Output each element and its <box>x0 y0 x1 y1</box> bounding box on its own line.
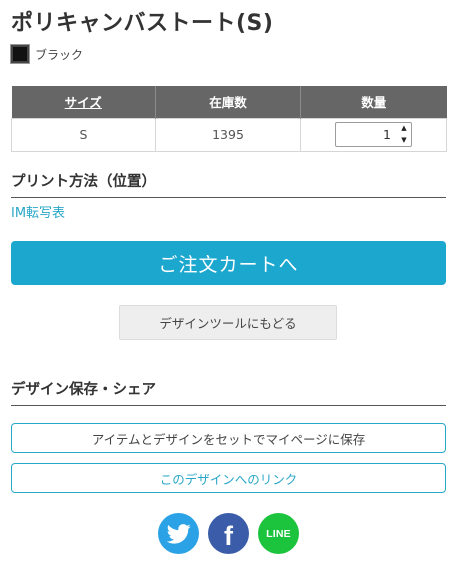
increment-icon[interactable]: ▲ <box>397 123 411 135</box>
twitter-bird-glyph <box>166 523 191 544</box>
product-title: ポリキャンバストート(S) <box>11 11 274 36</box>
quantity-stepper[interactable]: 1 ▲ ▼ <box>335 122 412 147</box>
facebook-letter: f <box>224 520 233 551</box>
twitter-icon[interactable] <box>158 513 199 554</box>
facebook-icon[interactable]: f <box>208 513 249 554</box>
social-share: f LINE <box>158 513 299 554</box>
order-cart-button[interactable]: ご注文カートへ <box>11 241 446 285</box>
decrement-icon[interactable]: ▼ <box>397 135 411 147</box>
stock-table: サイズ 在庫数 数量 S 1395 1 ▲ ▼ <box>11 86 447 152</box>
color-name: ブラック <box>35 47 84 62</box>
print-method-heading: プリント方法（位置） <box>11 170 446 198</box>
quantity-cell: 1 ▲ ▼ <box>300 117 447 152</box>
table-row: S 1395 1 ▲ ▼ <box>11 117 447 152</box>
size-header[interactable]: サイズ <box>11 86 156 118</box>
print-method-link[interactable]: IM転写表 <box>11 202 65 221</box>
design-link-button[interactable]: このデザインへのリンク <box>11 463 446 493</box>
table-header-row: サイズ 在庫数 数量 <box>11 86 447 118</box>
quantity-header: 数量 <box>300 86 447 118</box>
line-icon[interactable]: LINE <box>258 513 299 554</box>
save-share-heading: デザイン保存・シェア <box>11 378 446 406</box>
size-cell: S <box>11 117 156 152</box>
color-swatch[interactable] <box>10 44 30 64</box>
stock-header: 在庫数 <box>155 86 301 118</box>
stock-cell: 1395 <box>155 117 301 152</box>
line-text: LINE <box>266 527 291 540</box>
color-selector: ブラック <box>10 44 84 64</box>
quantity-spinner[interactable]: ▲ ▼ <box>397 123 411 146</box>
save-to-mypage-button[interactable]: アイテムとデザインをセットでマイページに保存 <box>11 423 446 453</box>
quantity-input[interactable]: 1 <box>336 123 397 146</box>
back-to-design-tool-button[interactable]: デザインツールにもどる <box>119 305 337 340</box>
size-guide-link[interactable]: サイズ <box>65 95 102 110</box>
